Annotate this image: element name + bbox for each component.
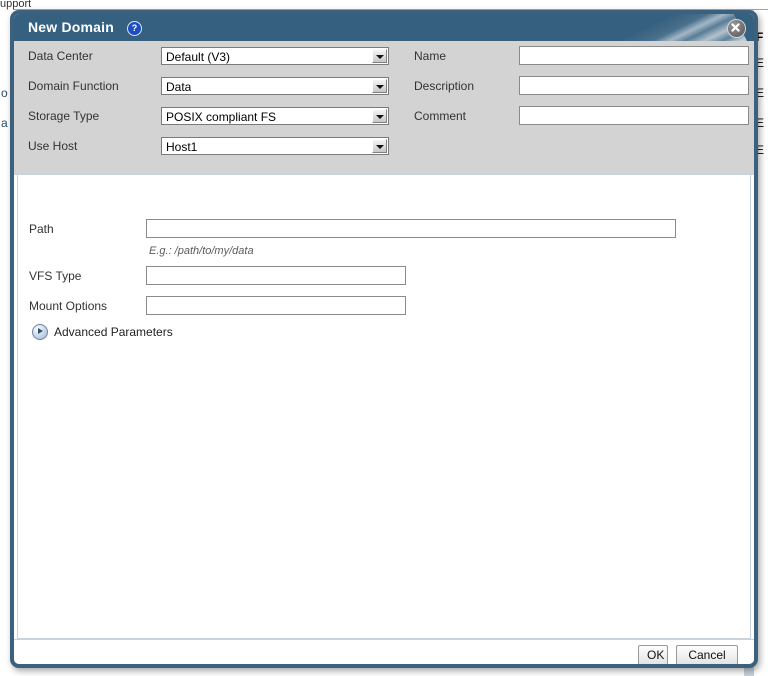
chevron-right-circle-icon [32,324,48,340]
advanced-parameters-toggle[interactable]: Advanced Parameters [32,323,173,341]
chevron-down-icon[interactable] [372,109,387,123]
chevron-down-icon[interactable] [372,49,387,63]
name-input[interactable] [519,46,749,65]
select-domain-function-value: Data [166,80,191,94]
description-input[interactable] [519,76,749,95]
dialog-footer: OK Cancel [14,640,754,668]
label-description: Description [414,79,474,93]
dialog-body-inner: Path E.g.: /path/to/my/data VFS Type Mou… [17,175,751,639]
label-data-center: Data Center [28,49,93,63]
label-use-host: Use Host [28,139,77,153]
label-path: Path [29,222,54,236]
cancel-button[interactable]: Cancel [676,645,738,666]
select-storage-type-value: POSIX compliant FS [166,110,276,124]
help-question-icon[interactable]: ? [127,21,142,36]
dialog-title: New Domain [28,19,114,35]
new-domain-dialog: New Domain ? Data Center Default (V3) Do… [10,10,758,668]
titlebar-sheen-decoration [425,14,754,41]
background-left-letter-2: a [1,116,8,130]
select-use-host-value: Host1 [166,140,197,154]
label-vfs-type: VFS Type [29,269,81,283]
select-data-center-value: Default (V3) [166,50,230,64]
select-data-center[interactable]: Default (V3) [161,47,389,65]
select-domain-function[interactable]: Data [161,77,389,95]
advanced-parameters-label: Advanced Parameters [54,325,173,339]
comment-input[interactable] [519,106,749,125]
mount-options-input[interactable] [146,296,406,315]
label-storage-type: Storage Type [28,109,99,123]
vfs-type-input[interactable] [146,266,406,285]
label-mount-options: Mount Options [29,299,107,313]
select-use-host[interactable]: Host1 [161,137,389,155]
path-hint: E.g.: /path/to/my/data [149,245,254,257]
path-input[interactable] [146,219,676,238]
label-name: Name [414,49,446,63]
label-domain-function: Domain Function [28,79,119,93]
dialog-form-panel: Data Center Default (V3) Domain Function… [14,41,754,174]
label-comment: Comment [414,109,466,123]
select-storage-type[interactable]: POSIX compliant FS [161,107,389,125]
resize-grip-icon[interactable] [737,664,751,668]
chevron-down-icon[interactable] [372,139,387,153]
dialog-body: Path E.g.: /path/to/my/data VFS Type Mou… [14,174,754,640]
ok-button[interactable]: OK [638,645,668,666]
chevron-down-icon[interactable] [372,79,387,93]
dialog-titlebar[interactable]: New Domain ? [14,14,754,41]
close-icon[interactable] [727,19,746,38]
background-left-letter-1: o [1,86,8,100]
